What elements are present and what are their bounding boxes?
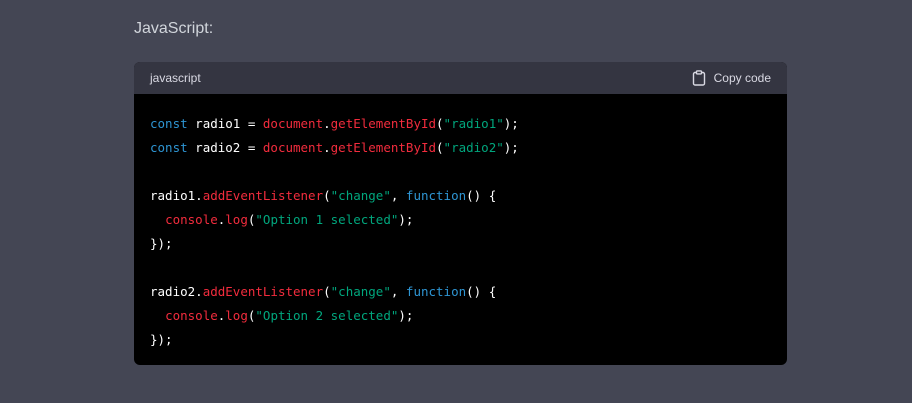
code-token: ); bbox=[503, 140, 519, 155]
code-token: "radio2" bbox=[443, 140, 504, 155]
code-line: console.log("Option 2 selected"); bbox=[150, 304, 771, 328]
code-line: }); bbox=[150, 232, 771, 256]
code-language-label: javascript bbox=[150, 71, 201, 85]
code-token: log bbox=[225, 308, 248, 323]
code-token: radio2 = bbox=[187, 140, 263, 155]
code-line: radio2.addEventListener("change", functi… bbox=[150, 280, 771, 304]
code-token: }); bbox=[150, 332, 173, 347]
code-token: const bbox=[150, 116, 188, 131]
code-token: , bbox=[390, 188, 406, 203]
code-token: () { bbox=[466, 284, 497, 299]
code-token: const bbox=[150, 140, 188, 155]
code-token: log bbox=[225, 212, 248, 227]
code-token: ); bbox=[398, 308, 414, 323]
section-heading: JavaScript: bbox=[134, 20, 214, 37]
code-token: "change" bbox=[330, 188, 391, 203]
code-line: const radio2 = document.getElementById("… bbox=[150, 136, 771, 160]
code-token: radio1. bbox=[150, 188, 203, 203]
code-token: function bbox=[405, 284, 467, 299]
code-token: "radio1" bbox=[443, 116, 504, 131]
copy-code-label: Copy code bbox=[713, 71, 771, 85]
copy-code-button[interactable]: Copy code bbox=[692, 70, 771, 86]
code-token: addEventListener bbox=[202, 284, 324, 299]
code-line: const radio1 = document.getElementById("… bbox=[150, 112, 771, 136]
code-token: . bbox=[323, 116, 331, 131]
code-content: const radio1 = document.getElementById("… bbox=[134, 94, 787, 365]
code-token: "Option 1 selected" bbox=[255, 212, 399, 227]
code-token: ); bbox=[503, 116, 519, 131]
code-token: function bbox=[405, 188, 467, 203]
code-token: document bbox=[262, 116, 324, 131]
code-header: javascript Copy code bbox=[134, 62, 787, 94]
code-token: console bbox=[165, 308, 218, 323]
clipboard-icon bbox=[692, 70, 706, 86]
code-token: getElementById bbox=[330, 116, 437, 131]
code-token: "Option 2 selected" bbox=[255, 308, 399, 323]
code-token: "change" bbox=[330, 284, 391, 299]
code-token: getElementById bbox=[330, 140, 437, 155]
code-line: console.log("Option 1 selected"); bbox=[150, 208, 771, 232]
code-token: }); bbox=[150, 236, 173, 251]
code-line: radio1.addEventListener("change", functi… bbox=[150, 184, 771, 208]
code-token: () { bbox=[466, 188, 497, 203]
code-token: document bbox=[262, 140, 324, 155]
code-token: , bbox=[390, 284, 406, 299]
code-block: javascript Copy code const radio1 = docu… bbox=[134, 62, 787, 365]
code-token: console bbox=[165, 212, 218, 227]
code-token: ( bbox=[323, 284, 331, 299]
code-token: ( bbox=[436, 140, 444, 155]
code-token: radio1 = bbox=[187, 116, 263, 131]
code-token: ( bbox=[436, 116, 444, 131]
code-token: ); bbox=[398, 212, 414, 227]
code-token: ( bbox=[323, 188, 331, 203]
code-token: addEventListener bbox=[202, 188, 324, 203]
code-token: radio2. bbox=[150, 284, 203, 299]
code-line: }); bbox=[150, 328, 771, 352]
code-token: . bbox=[323, 140, 331, 155]
